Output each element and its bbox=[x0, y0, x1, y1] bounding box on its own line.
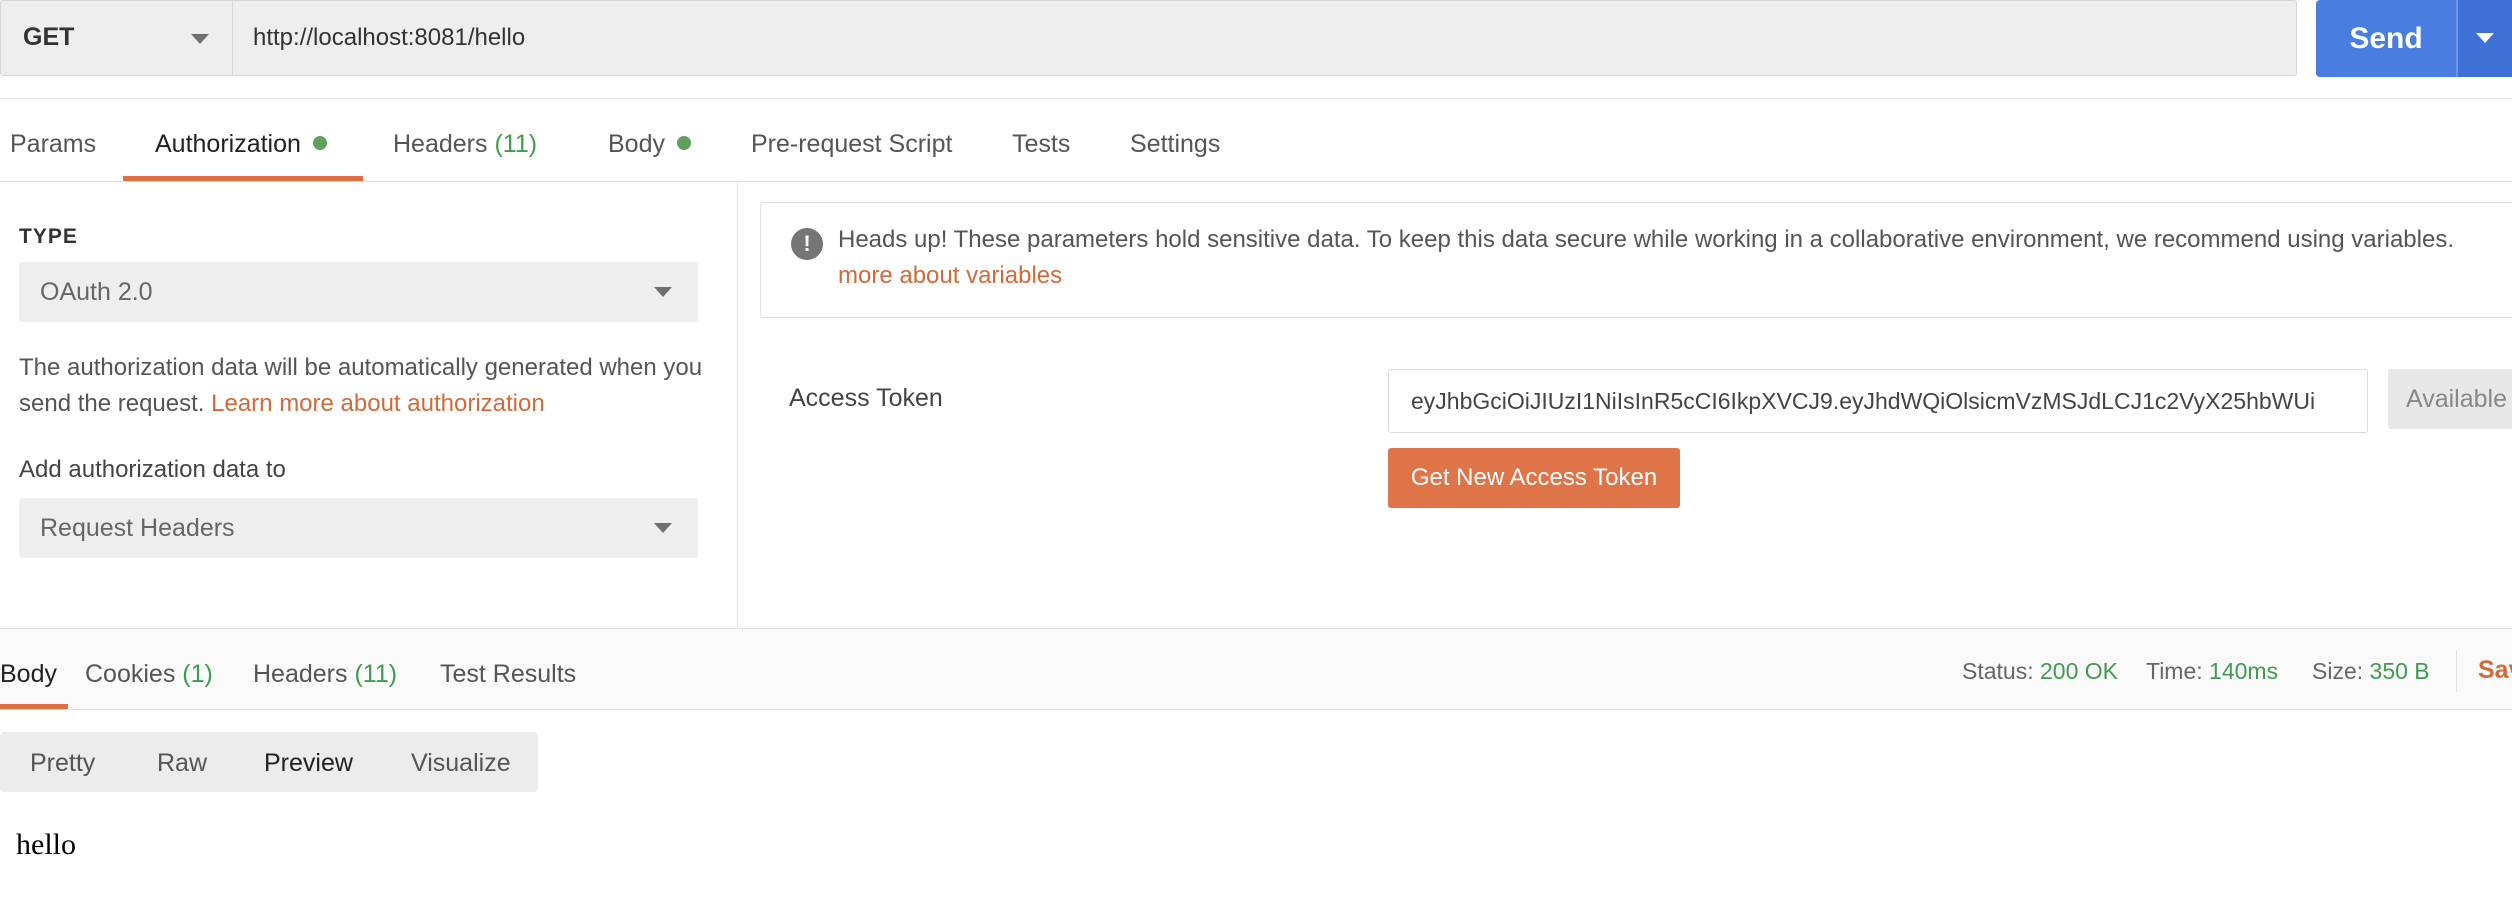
method-select[interactable]: GET bbox=[0, 0, 232, 76]
add-auth-to-label: Add authorization data to bbox=[19, 456, 286, 483]
chevron-down-icon bbox=[2476, 33, 2494, 43]
divider bbox=[2456, 650, 2457, 692]
tab-label: Body bbox=[0, 660, 57, 688]
learn-more-authorization-link[interactable]: Learn more about authorization bbox=[211, 390, 545, 417]
chevron-down-icon bbox=[654, 523, 672, 533]
active-tab-indicator bbox=[123, 176, 363, 181]
status-label: Status: bbox=[1962, 658, 2034, 684]
time-readout: Time: 140ms bbox=[2146, 658, 2278, 685]
view-tab-preview[interactable]: Preview bbox=[264, 749, 353, 778]
warning-icon: ! bbox=[791, 228, 823, 260]
send-button[interactable]: Send bbox=[2316, 0, 2456, 77]
variables-link[interactable]: more about variables bbox=[838, 262, 1062, 290]
modified-dot-icon bbox=[312, 136, 327, 150]
tab-label: Headers bbox=[253, 660, 348, 688]
view-tab-pretty[interactable]: Pretty bbox=[30, 749, 95, 778]
tab-label: Params bbox=[10, 130, 97, 158]
auth-type-select[interactable]: OAuth 2.0 bbox=[19, 262, 698, 322]
auth-type-value: OAuth 2.0 bbox=[40, 278, 153, 306]
tab-label: Settings bbox=[1130, 130, 1221, 158]
heads-up-text: Heads up! These parameters hold sensitiv… bbox=[838, 226, 2454, 253]
request-tabs-bar bbox=[0, 98, 2512, 182]
chevron-down-icon bbox=[654, 287, 672, 297]
size-label: Size: bbox=[2312, 658, 2364, 684]
response-tab-headers[interactable]: Headers (11) bbox=[253, 660, 397, 689]
tab-pre-request-script[interactable]: Pre-request Script bbox=[751, 130, 952, 159]
modified-dot-icon bbox=[676, 136, 691, 150]
tab-label: Test Results bbox=[440, 660, 577, 688]
tab-label: Body bbox=[608, 130, 665, 158]
heads-up-notice bbox=[760, 202, 2512, 318]
tab-count: (1) bbox=[182, 660, 213, 688]
tab-authorization[interactable]: Authorization bbox=[155, 130, 327, 159]
tab-label: Tests bbox=[1012, 130, 1071, 158]
access-token-input[interactable]: eyJhbGciOiJIUzI1NiIsInR5cCI6IkpXVCJ9.eyJ… bbox=[1388, 369, 2368, 433]
view-tab-visualize[interactable]: Visualize bbox=[411, 749, 511, 778]
add-auth-to-select[interactable]: Request Headers bbox=[19, 498, 698, 558]
size-value: 350 B bbox=[2369, 658, 2430, 684]
tab-body[interactable]: Body bbox=[608, 130, 691, 159]
tab-tests[interactable]: Tests bbox=[1012, 130, 1070, 159]
active-tab-indicator bbox=[0, 704, 68, 709]
time-value: 140ms bbox=[2209, 658, 2279, 684]
time-label: Time: bbox=[2146, 658, 2203, 684]
size-readout: Size: 350 B bbox=[2312, 658, 2430, 685]
tab-params[interactable]: Params bbox=[10, 130, 96, 159]
type-heading: TYPE bbox=[19, 225, 78, 248]
auth-description: The authorization data will be automatic… bbox=[19, 350, 709, 422]
access-token-label: Access Token bbox=[789, 384, 943, 412]
response-tab-cookies[interactable]: Cookies (1) bbox=[85, 660, 213, 689]
tab-headers[interactable]: Headers (11) bbox=[393, 130, 537, 159]
status-value: 200 OK bbox=[2040, 658, 2118, 684]
status-readout: Status: 200 OK bbox=[1962, 658, 2118, 685]
tab-label: Pre-request Script bbox=[751, 130, 953, 158]
available-tokens-select[interactable]: Available Tokens bbox=[2388, 369, 2512, 429]
save-response-button[interactable]: Save bbox=[2478, 656, 2512, 685]
response-tab-body[interactable]: Body bbox=[0, 660, 57, 689]
view-tab-raw[interactable]: Raw bbox=[157, 749, 207, 778]
response-tab-test-results[interactable]: Test Results bbox=[440, 660, 576, 689]
response-body-preview: hello bbox=[16, 828, 76, 861]
tab-label: Headers bbox=[393, 130, 488, 158]
add-auth-to-value: Request Headers bbox=[40, 514, 235, 542]
send-options-button[interactable] bbox=[2456, 0, 2512, 77]
tab-settings[interactable]: Settings bbox=[1130, 130, 1220, 159]
tab-label: Cookies bbox=[85, 660, 176, 688]
get-new-access-token-button[interactable]: Get New Access Token bbox=[1388, 448, 1680, 508]
tab-count: (11) bbox=[354, 660, 398, 688]
chevron-down-icon bbox=[191, 34, 209, 44]
tab-count: (11) bbox=[494, 130, 538, 158]
url-input[interactable]: http://localhost:8081/hello bbox=[232, 0, 2297, 76]
tab-label: Authorization bbox=[155, 130, 301, 158]
method-label: GET bbox=[23, 23, 75, 51]
